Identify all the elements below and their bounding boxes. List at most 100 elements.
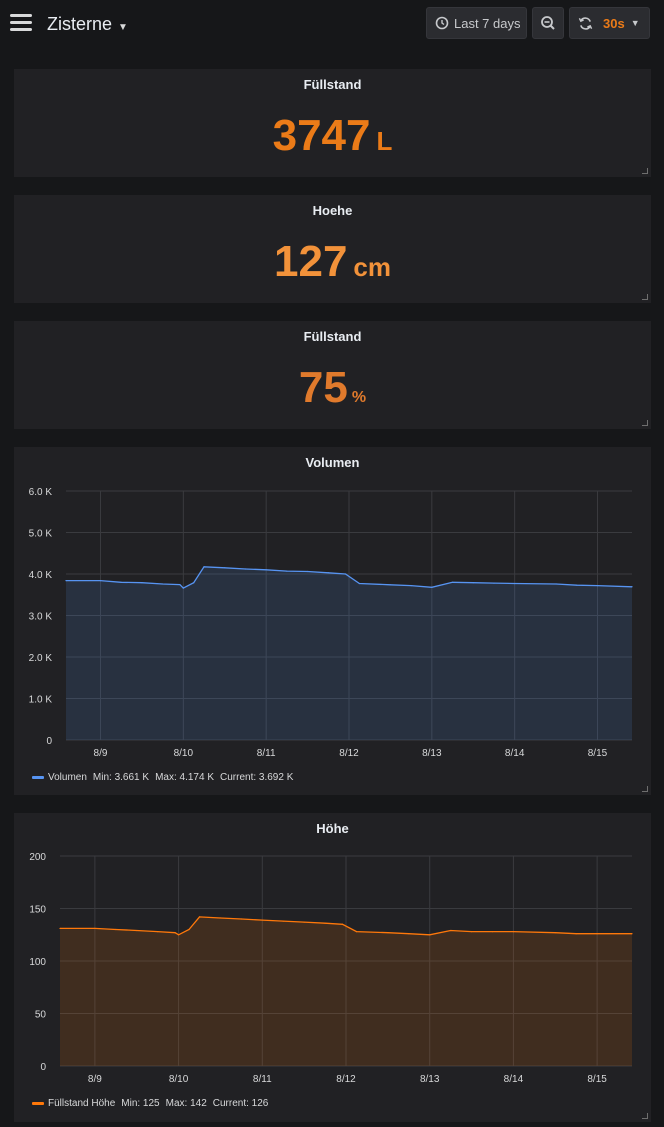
resize-handle[interactable] xyxy=(642,786,648,792)
data-point xyxy=(451,581,454,583)
legend-max: Max: 4.174 K xyxy=(155,772,214,783)
x-tick-label: 8/11 xyxy=(253,1074,272,1085)
menu-icon[interactable] xyxy=(10,14,32,32)
data-point xyxy=(431,586,433,588)
hoehe-chart[interactable]: 0 50 100 150 200 8/9 8/10 8/11 8/12 8/13 8/14 8/15 xyxy=(14,843,651,1118)
caret-down-icon: ▼ xyxy=(118,22,128,33)
graph-panel-hoehe: Höhe 0 50 100 150 200 8/9 8/10 8/11 8/12 8/13 8/14… xyxy=(14,813,651,1122)
x-tick-label: 8/12 xyxy=(339,748,359,759)
data-point xyxy=(408,933,410,935)
data-point xyxy=(94,927,96,930)
series-area xyxy=(66,566,632,740)
stat-panel-hoehe: Hoehe 127 cm xyxy=(14,195,651,303)
y-tick-label: 0 xyxy=(40,1062,46,1073)
stat-number: 75 xyxy=(298,363,348,412)
data-point xyxy=(162,583,164,585)
data-point xyxy=(244,568,247,570)
data-point xyxy=(174,932,176,934)
resize-handle[interactable] xyxy=(642,168,648,174)
legend-series-name[interactable]: Volumen xyxy=(48,772,87,783)
data-point xyxy=(157,931,159,933)
data-point xyxy=(282,920,284,922)
panel-title[interactable]: Volumen xyxy=(14,455,651,470)
x-tick-label: 8/15 xyxy=(587,1074,607,1085)
data-point xyxy=(514,582,516,585)
data-point xyxy=(59,927,61,930)
y-tick-label: 100 xyxy=(29,957,46,968)
y-tick-label: 150 xyxy=(29,905,46,916)
legend-swatch xyxy=(32,776,44,779)
top-navbar: Zisterne ▼ Last 7 days 30s ▼ xyxy=(0,0,664,48)
data-point xyxy=(410,585,412,587)
data-point xyxy=(344,573,347,575)
refresh-button[interactable]: 30s ▼ xyxy=(569,7,650,39)
data-point xyxy=(341,923,344,925)
data-point xyxy=(491,931,494,933)
stat-unit: cm xyxy=(353,252,391,282)
data-point xyxy=(306,570,309,573)
volumen-chart[interactable]: 0 1.0 K 2.0 K 3.0 K 4.0 K 5.0 K 6.0 K 8/9 8/10 8/… xyxy=(14,477,651,787)
y-tick-label: 3.0 K xyxy=(29,612,53,623)
y-tick-label: 5.0 K xyxy=(29,529,53,540)
data-point xyxy=(65,580,67,582)
panel-title[interactable]: Höhe xyxy=(14,821,651,836)
data-point xyxy=(631,933,633,935)
y-tick-label: 0 xyxy=(46,736,52,747)
x-tick-label: 8/10 xyxy=(169,1074,189,1085)
y-tick-label: 4.0 K xyxy=(29,570,53,581)
data-point xyxy=(120,581,122,583)
legend: Volumen Min: 3.661 K Max: 4.174 K Curren… xyxy=(32,772,293,783)
stat-panel-fuellstand-liter: Füllstand 3747 L xyxy=(14,69,651,177)
legend-current: Current: 3.692 K xyxy=(220,772,294,783)
data-point xyxy=(387,932,389,934)
data-point xyxy=(188,928,190,931)
data-point xyxy=(136,929,138,932)
data-point xyxy=(493,582,495,584)
data-point xyxy=(219,917,222,919)
resize-handle[interactable] xyxy=(642,294,648,300)
time-range-button[interactable]: Last 7 days xyxy=(426,7,527,39)
stat-number: 127 xyxy=(274,237,348,286)
refresh-icon xyxy=(578,16,593,30)
legend-current: Current: 126 xyxy=(212,1098,269,1109)
zoom-out-icon xyxy=(541,16,555,30)
panel-title[interactable]: Füllstand xyxy=(14,77,651,92)
caret-down-icon: ▼ xyxy=(630,18,640,28)
stat-value: 75% xyxy=(14,363,651,413)
data-point xyxy=(141,582,143,584)
data-point xyxy=(358,582,360,585)
data-point xyxy=(265,569,267,571)
clock-icon xyxy=(435,16,449,30)
legend-min: Min: 3.661 K xyxy=(92,772,150,783)
panel-title[interactable]: Hoehe xyxy=(14,203,651,218)
dashboard-title-dropdown[interactable]: Zisterne ▼ xyxy=(47,14,128,35)
legend-min: Min: 125 xyxy=(121,1098,160,1109)
resize-handle[interactable] xyxy=(642,420,648,426)
x-tick-label: 8/9 xyxy=(94,748,108,759)
x-tick-label: 8/13 xyxy=(422,748,442,759)
panel-title[interactable]: Füllstand xyxy=(14,329,651,344)
graph-panel-volumen: Volumen 0 1.0 K 2.0 K 3.0 K 4.0 K 5.0 K 6.0 K 8… xyxy=(14,447,651,795)
legend-max: Max: 142 xyxy=(165,1098,207,1109)
data-point xyxy=(179,583,181,586)
data-point xyxy=(512,931,515,933)
resize-handle[interactable] xyxy=(642,1113,648,1119)
legend-series-name[interactable]: Füllstand Höhe xyxy=(48,1098,115,1109)
refresh-interval: 30s xyxy=(603,15,625,31)
x-tick-label: 8/9 xyxy=(88,1074,102,1085)
series-area xyxy=(60,916,632,1066)
data-point xyxy=(327,572,329,574)
data-point xyxy=(596,933,598,935)
data-point xyxy=(99,580,102,582)
data-point xyxy=(177,934,180,936)
data-point xyxy=(324,922,326,924)
data-point xyxy=(198,916,201,918)
data-point xyxy=(389,584,392,586)
data-point xyxy=(470,931,473,933)
data-point xyxy=(554,932,556,934)
y-tick-label: 50 xyxy=(35,1010,47,1021)
x-tick-label: 8/11 xyxy=(257,748,276,759)
y-tick-label: 2.0 K xyxy=(29,653,53,664)
data-point xyxy=(303,921,305,923)
zoom-out-button[interactable] xyxy=(532,7,564,39)
